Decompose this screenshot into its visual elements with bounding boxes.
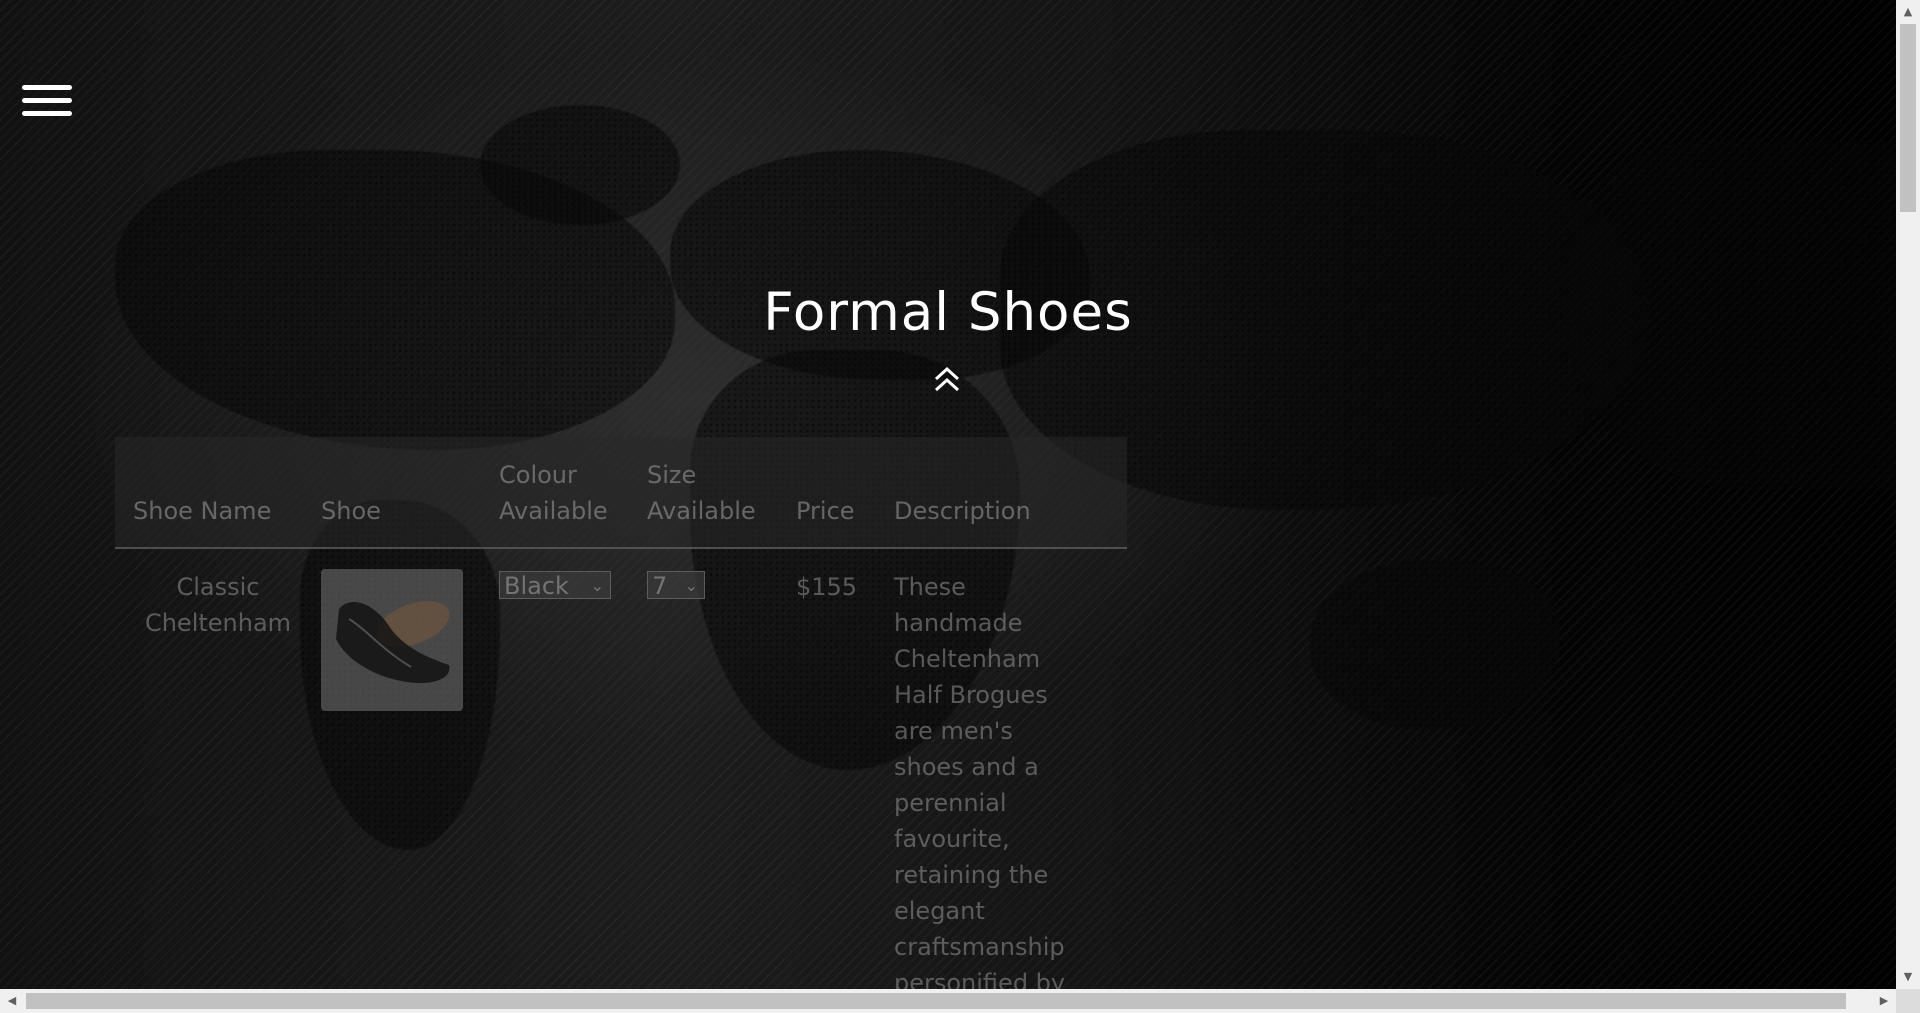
header-colour-available: Colour Available bbox=[499, 457, 608, 529]
header-size-line-2: Available bbox=[647, 497, 756, 525]
map-greenland bbox=[480, 105, 680, 225]
chevron-down-icon: ⌄ bbox=[590, 576, 604, 595]
scroll-up-arrow-icon[interactable]: ▲ bbox=[1896, 0, 1920, 24]
description-line: craftsmanship bbox=[894, 933, 1065, 961]
colour-select-value: Black bbox=[504, 572, 569, 600]
shoe-name-cell: Classic Cheltenham bbox=[133, 569, 303, 641]
header-size-available: Size Available bbox=[647, 457, 756, 529]
hamburger-menu-icon-bar-bottom bbox=[22, 111, 72, 116]
description-line: personified by bbox=[894, 969, 1066, 989]
header-colour-line-1: Colour bbox=[499, 461, 577, 489]
scroll-right-arrow-icon[interactable]: ▶ bbox=[1872, 989, 1896, 1013]
header-colour-line-2: Available bbox=[499, 497, 608, 525]
description-line: handmade bbox=[894, 609, 1023, 637]
scrollbar-corner bbox=[1896, 989, 1920, 1013]
shoe-name-line-1: Classic bbox=[176, 573, 260, 601]
hamburger-menu-icon-bar-top bbox=[22, 85, 72, 90]
header-description: Description bbox=[894, 497, 1031, 525]
description-line: perennial bbox=[894, 789, 1007, 817]
table-header: Shoe Name Shoe Colour Available Size Ava… bbox=[115, 437, 1127, 549]
description-line: shoes and a bbox=[894, 753, 1039, 781]
hamburger-menu-icon-bar-middle bbox=[22, 98, 72, 103]
shoe-image bbox=[321, 569, 463, 711]
scroll-left-arrow-icon[interactable]: ◀ bbox=[0, 989, 24, 1013]
description-cell: These handmade Cheltenham Half Brogues a… bbox=[894, 569, 1094, 989]
size-select[interactable]: 7 ⌄ bbox=[647, 571, 705, 600]
size-select-value: 7 bbox=[652, 572, 668, 600]
header-price: Price bbox=[796, 497, 855, 525]
header-shoe-name: Shoe Name bbox=[133, 497, 272, 525]
description-line: Cheltenham bbox=[894, 645, 1041, 673]
chevron-down-icon: ⌄ bbox=[684, 576, 698, 595]
header-size-line-1: Size bbox=[647, 461, 697, 489]
scroll-down-arrow-icon[interactable]: ▼ bbox=[1896, 965, 1920, 989]
horizontal-scrollbar-thumb[interactable] bbox=[26, 993, 1846, 1009]
description-line: elegant bbox=[894, 897, 985, 925]
colour-select[interactable]: Black ⌄ bbox=[499, 571, 611, 600]
description-line: retaining the bbox=[894, 861, 1049, 889]
header-shoe: Shoe bbox=[321, 497, 381, 525]
description-line: These bbox=[894, 573, 966, 601]
shoe-table: Shoe Name Shoe Colour Available Size Ava… bbox=[115, 437, 1127, 989]
description-line: favourite, bbox=[894, 825, 1010, 853]
description-line: Half Brogues bbox=[894, 681, 1048, 709]
page-title: Formal Shoes bbox=[763, 282, 1133, 343]
table-row: Classic Cheltenham Black ⌄ 7 ⌄ $155 Thes… bbox=[115, 549, 1127, 989]
description-line: are men's bbox=[894, 717, 1013, 745]
double-chevron-up-icon[interactable] bbox=[930, 365, 964, 395]
horizontal-scrollbar[interactable]: ◀ ▶ bbox=[0, 989, 1896, 1013]
vertical-scrollbar[interactable]: ▲ ▼ bbox=[1896, 0, 1920, 989]
map-australia bbox=[1310, 560, 1560, 730]
shoe-name-line-2: Cheltenham bbox=[144, 609, 292, 637]
vertical-scrollbar-thumb[interactable] bbox=[1900, 24, 1916, 212]
page-viewport: Formal Shoes Shoe Name Shoe Colour Avail… bbox=[0, 0, 1896, 989]
price-cell: $155 bbox=[796, 573, 858, 601]
hamburger-menu-button[interactable] bbox=[22, 85, 72, 121]
